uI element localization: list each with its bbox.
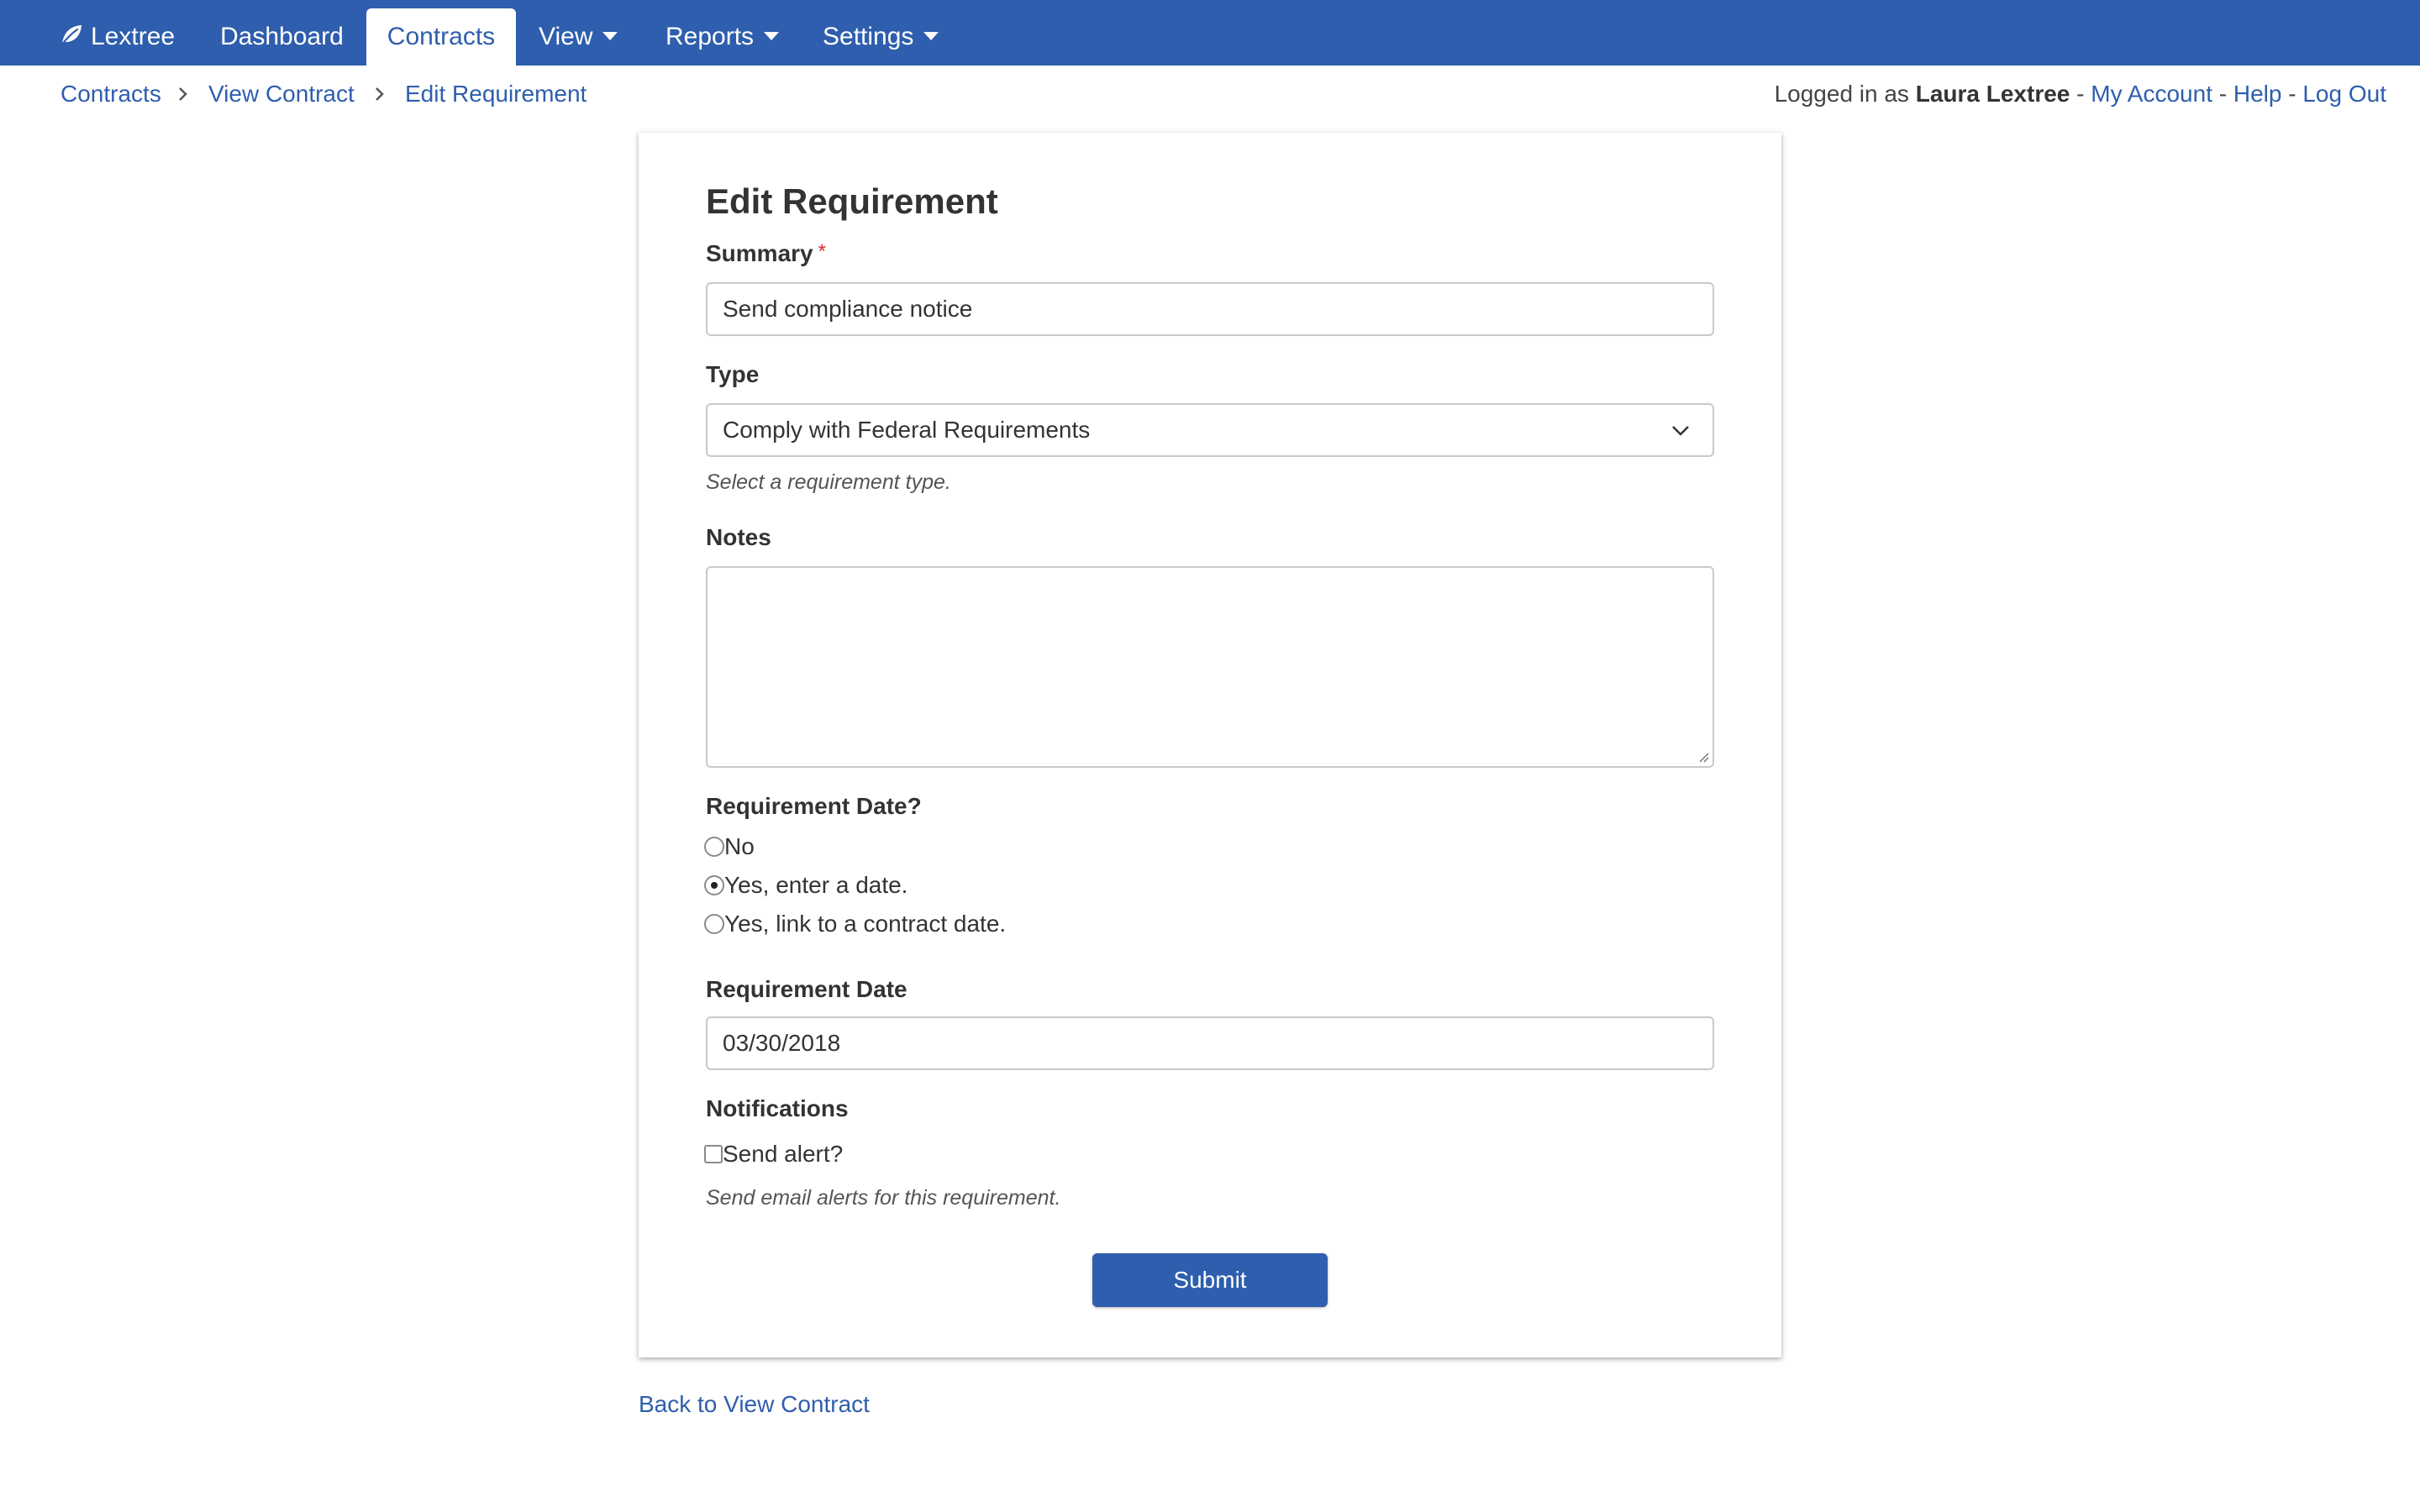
separator: -	[2076, 81, 2085, 107]
notifications-help-text: Send email alerts for this requirement.	[706, 1186, 1061, 1210]
radio-no-label: No	[724, 833, 755, 859]
back-to-view-contract-link[interactable]: Back to View Contract	[639, 1391, 870, 1418]
edit-requirement-card: Edit Requirement Summary* Type Comply wi…	[639, 133, 1781, 1357]
summary-input[interactable]	[706, 282, 1714, 336]
logged-in-label: Logged in as	[1774, 81, 1909, 107]
nav-view-label: View	[539, 23, 593, 50]
top-navbar: Lextree Dashboard Contracts View Reports…	[0, 0, 2420, 66]
summary-label: Summary *	[706, 240, 826, 267]
notes-wrapper	[639, 566, 1781, 768]
my-account-link[interactable]: My Account	[2091, 81, 2212, 107]
send-alert-label: Send alert?	[723, 1141, 844, 1167]
brand-link[interactable]: Lextree	[39, 8, 195, 66]
notes-textarea[interactable]	[706, 566, 1714, 768]
chevron-right-icon	[376, 87, 384, 101]
nav-contracts-label: Contracts	[387, 23, 496, 50]
separator: -	[2288, 81, 2296, 107]
help-link[interactable]: Help	[2233, 81, 2282, 107]
nav-contracts[interactable]: Contracts	[366, 8, 516, 66]
caret-down-icon	[923, 32, 939, 41]
leaf-icon	[60, 25, 82, 47]
breadcrumb-contracts[interactable]: Contracts	[60, 77, 161, 111]
type-select-value: Comply with Federal Requirements	[723, 417, 1091, 443]
chevron-down-icon	[1672, 426, 1689, 436]
requirement-date-label: Requirement Date	[706, 976, 908, 1002]
caret-down-icon	[764, 32, 780, 41]
radio-no[interactable]	[704, 836, 724, 857]
separator: -	[2218, 81, 2228, 107]
nav-reports-label: Reports	[666, 23, 755, 50]
send-alert-checkbox[interactable]	[704, 1144, 723, 1163]
log-out-link[interactable]: Log Out	[2302, 81, 2386, 107]
user-name: Laura Lextree	[1915, 81, 2070, 107]
required-marker: *	[818, 240, 826, 263]
requirement-date-choice-label: Requirement Date?	[706, 793, 922, 819]
nav-dashboard-label: Dashboard	[220, 23, 344, 50]
radio-option-enter-date[interactable]: Yes, enter a date.	[704, 870, 908, 900]
user-bar: Logged in as Laura Lextree - My Account …	[1775, 77, 2386, 111]
breadcrumb-edit-requirement[interactable]: Edit Requirement	[405, 77, 587, 111]
nav-settings-label: Settings	[823, 23, 914, 50]
nav-reports-dropdown[interactable]: Reports	[645, 8, 799, 66]
type-label: Type	[706, 361, 760, 387]
send-alert-option[interactable]: Send alert?	[704, 1139, 843, 1169]
nav-dashboard[interactable]: Dashboard	[200, 8, 364, 66]
submit-button[interactable]: Submit	[1092, 1253, 1328, 1307]
breadcrumb-view-contract[interactable]: View Contract	[208, 77, 355, 111]
chevron-right-icon	[179, 87, 187, 101]
radio-enter-date-label: Yes, enter a date.	[724, 872, 908, 898]
radio-enter-date[interactable]	[704, 874, 724, 895]
type-select[interactable]: Comply with Federal Requirements	[706, 403, 1714, 457]
page-title: Edit Requirement	[706, 181, 998, 221]
requirement-date-input[interactable]	[706, 1016, 1714, 1070]
radio-link-contract-date[interactable]	[704, 913, 724, 934]
caret-down-icon	[602, 32, 618, 41]
nav-view-dropdown[interactable]: View	[518, 8, 638, 66]
brand-label: Lextree	[91, 23, 176, 50]
radio-option-no[interactable]: No	[704, 832, 755, 862]
notes-label: Notes	[706, 524, 771, 550]
radio-link-contract-date-label: Yes, link to a contract date.	[724, 911, 1007, 937]
summary-label-text: Summary	[706, 240, 813, 266]
notifications-label: Notifications	[706, 1095, 849, 1121]
radio-option-link-contract-date[interactable]: Yes, link to a contract date.	[704, 909, 1006, 939]
resize-grip-icon[interactable]	[1697, 751, 1709, 763]
nav-settings-dropdown[interactable]: Settings	[802, 8, 959, 66]
type-help-text: Select a requirement type.	[706, 470, 951, 494]
